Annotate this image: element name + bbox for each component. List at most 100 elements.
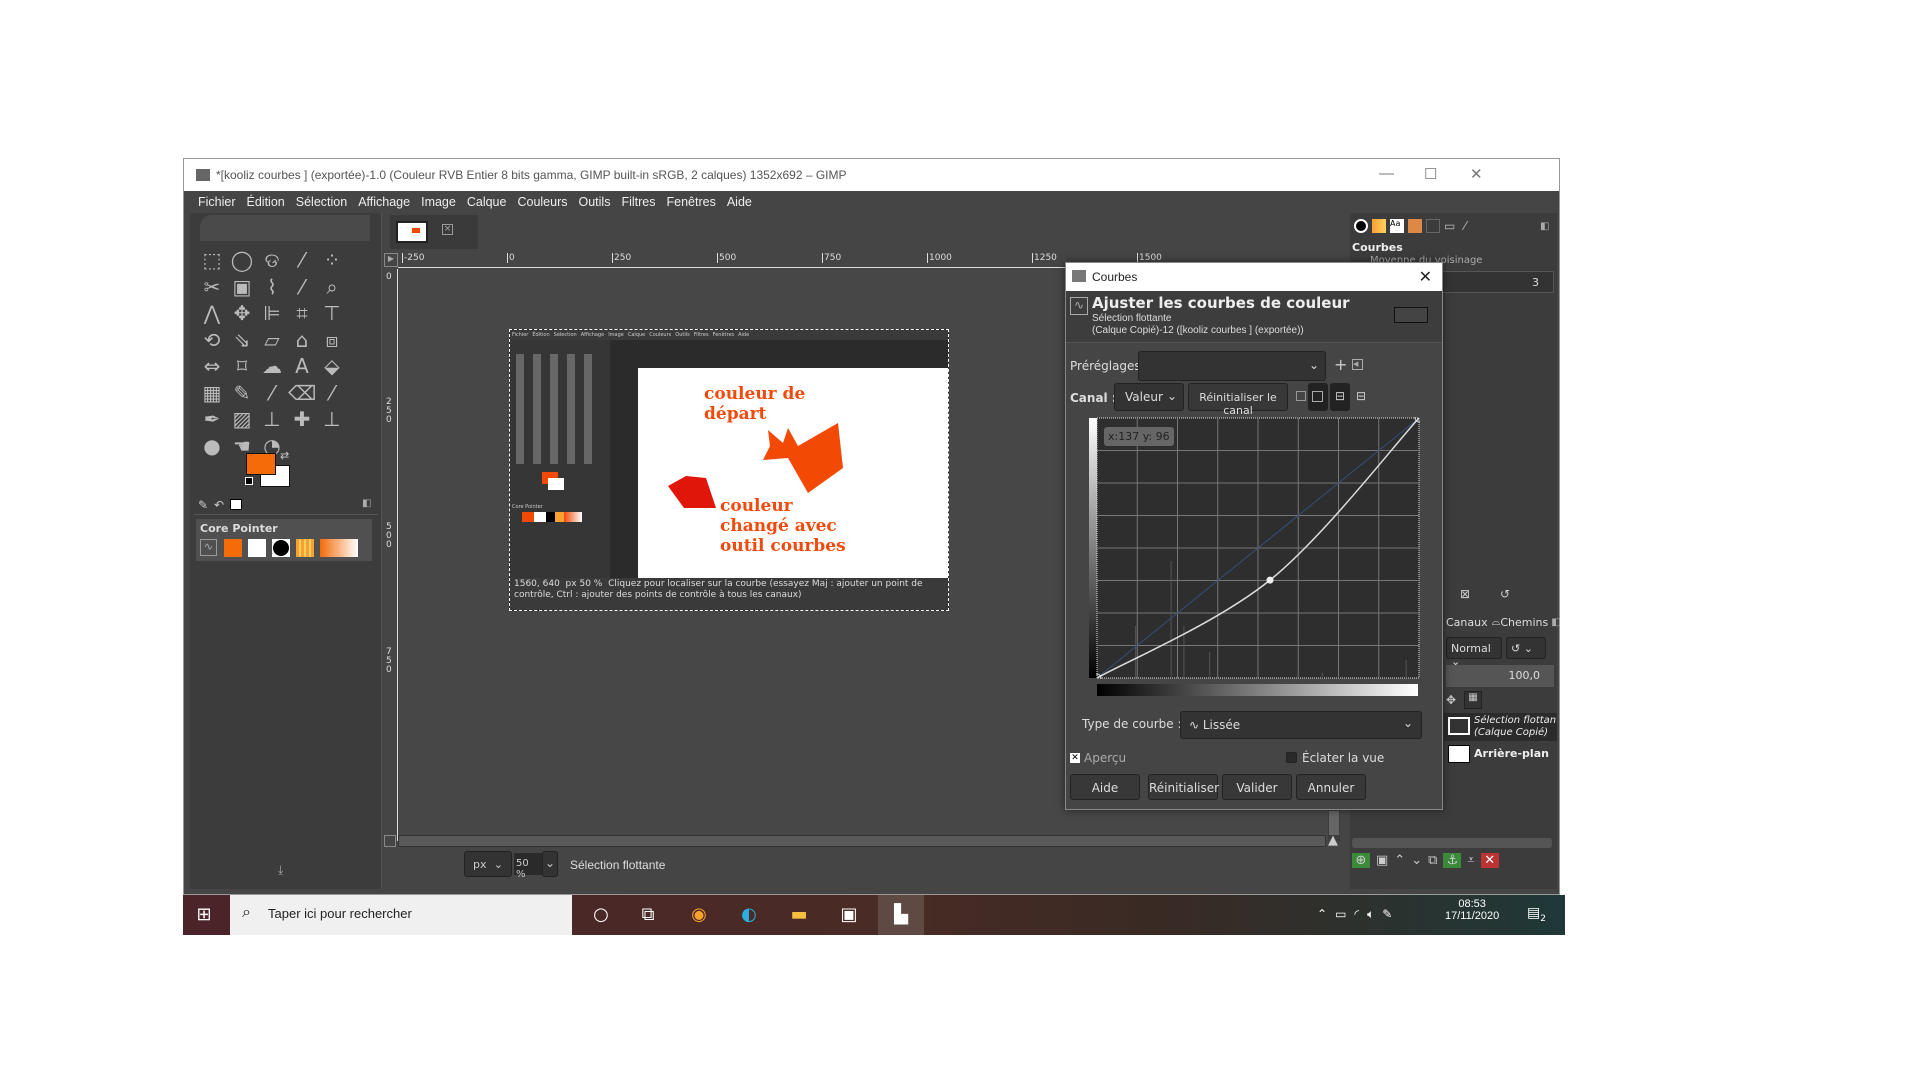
- menu-filtres[interactable]: Filtres: [621, 195, 655, 209]
- free-select-tool-icon[interactable]: ଡ: [258, 247, 286, 273]
- help-button[interactable]: Aide: [1070, 774, 1140, 800]
- gimp-taskbar-icon[interactable]: ▙: [878, 895, 924, 935]
- zoom-input[interactable]: 50 %: [514, 853, 542, 880]
- taskbar-search[interactable]: ⌕ Taper ici pour rechercher: [230, 895, 572, 935]
- reset-icon[interactable]: ↺: [1500, 587, 1510, 601]
- ellipse-select-tool-icon[interactable]: ◯: [228, 247, 256, 273]
- move-tool-icon[interactable]: ✥: [228, 300, 256, 326]
- warp-tool-icon[interactable]: ☁: [258, 353, 286, 379]
- maximize-button[interactable]: ☐: [1424, 165, 1437, 183]
- tab-paths[interactable]: Chemins: [1500, 616, 1548, 629]
- fonts-tab-icon[interactable]: Aa: [1390, 219, 1404, 233]
- menu-outils[interactable]: Outils: [579, 195, 611, 209]
- paths-tool-icon[interactable]: ⌇: [258, 274, 286, 300]
- foreground-preview[interactable]: [224, 539, 242, 557]
- lock-position-icon[interactable]: ✥: [1446, 693, 1456, 707]
- layers-scrollbar[interactable]: [1352, 838, 1552, 848]
- windows-start-icon[interactable]: ⊞: [191, 903, 217, 927]
- fuzzy-select-tool-icon[interactable]: ⁄: [288, 247, 316, 273]
- pattern-preview[interactable]: [296, 539, 314, 557]
- save-options-icon[interactable]: ⤓: [278, 863, 283, 878]
- pencil-tool-icon[interactable]: ✎: [228, 380, 256, 406]
- configure-tab-icon[interactable]: ◧: [362, 498, 371, 509]
- zoom-dropdown[interactable]: ⌄: [542, 851, 558, 877]
- zoom-tool-icon[interactable]: ⌕: [318, 274, 346, 300]
- menu-calque[interactable]: Calque: [467, 195, 507, 209]
- horizontal-scrollbar[interactable]: [398, 835, 1326, 847]
- gradient-preview[interactable]: [320, 539, 358, 557]
- volume-icon[interactable]: 🔈︎: [1367, 907, 1374, 922]
- clone-tool-icon[interactable]: ⊥: [258, 406, 286, 432]
- new-layer-icon[interactable]: ⊕: [1352, 853, 1370, 868]
- templates-tab-icon[interactable]: [1426, 219, 1440, 233]
- close-button[interactable]: ✕: [1470, 165, 1483, 183]
- menu-edition[interactable]: Édition: [247, 195, 285, 209]
- split-view-checkbox[interactable]: [1286, 752, 1297, 763]
- layer-row[interactable]: Arrière-plan: [1444, 743, 1557, 765]
- unified-transform-tool-icon[interactable]: ⊤: [318, 300, 346, 326]
- menu-fichier[interactable]: Fichier: [198, 195, 236, 209]
- histogram-off-icon[interactable]: ⊟: [1356, 389, 1366, 403]
- ink-tool-icon[interactable]: ✒: [198, 406, 226, 432]
- sample-average-input[interactable]: 3: [1430, 271, 1554, 293]
- configure-tab-icon[interactable]: ◧: [1551, 617, 1560, 628]
- menu-selection[interactable]: Sélection: [296, 195, 347, 209]
- layer-row[interactable]: Sélection flottante(Calque Copié): [1444, 713, 1557, 741]
- eraser-tool-icon[interactable]: ⌫: [288, 380, 316, 406]
- channel-select[interactable]: Valeur ⌄: [1114, 383, 1184, 411]
- align-tool-icon[interactable]: ⊫: [258, 300, 286, 326]
- minimize-button[interactable]: —: [1379, 165, 1394, 182]
- by-color-select-tool-icon[interactable]: ▣: [228, 274, 256, 300]
- perspective-tool-icon[interactable]: ⌂: [288, 327, 316, 353]
- images-tab-icon[interactable]: [230, 499, 242, 510]
- tab-channels[interactable]: Canaux: [1446, 616, 1488, 629]
- quick-mask-menu-icon[interactable]: ▶: [384, 253, 398, 267]
- presets-select[interactable]: ⌄: [1138, 351, 1326, 381]
- color-picker-tool-icon[interactable]: ⁄: [288, 274, 316, 300]
- dynamics-icon[interactable]: ∿: [200, 539, 217, 556]
- mode-select[interactable]: Normal ⌄: [1446, 637, 1502, 668]
- brush-preview[interactable]: [272, 539, 290, 557]
- brushes-tab-icon[interactable]: [1354, 219, 1368, 233]
- measure-tool-icon[interactable]: ⋀: [198, 300, 226, 326]
- add-preset-icon[interactable]: +: [1334, 355, 1347, 374]
- anchor-icon[interactable]: ⚓: [1443, 853, 1462, 868]
- dialog-close-button[interactable]: ✕: [1419, 267, 1432, 287]
- crop-tool-icon[interactable]: ⌗: [288, 300, 316, 326]
- 3d-transform-tool-icon[interactable]: ⧈: [318, 327, 346, 353]
- raise-layer-icon[interactable]: ⌃: [1394, 853, 1405, 868]
- perspective-clone-tool-icon[interactable]: ⊥: [318, 406, 346, 432]
- new-layer-group-icon[interactable]: ▣: [1376, 853, 1388, 868]
- swap-colors-icon[interactable]: ⇄: [280, 449, 289, 462]
- clock[interactable]: 08:53 17/11/2020: [1445, 898, 1499, 922]
- reset-button[interactable]: Réinitialiser: [1148, 774, 1219, 800]
- ok-button[interactable]: Valider: [1222, 774, 1292, 800]
- firefox-icon[interactable]: ◉: [686, 903, 712, 927]
- blur-tool-icon[interactable]: ●: [198, 433, 226, 459]
- paintbrush-tool-icon[interactable]: ⁄: [258, 380, 286, 406]
- file-explorer-icon[interactable]: ▬: [786, 903, 812, 927]
- default-colors-icon[interactable]: [245, 477, 253, 485]
- composite-mode-select[interactable]: ↺ ⌄: [1506, 637, 1546, 659]
- mypaint-tool-icon[interactable]: ▨: [228, 406, 256, 432]
- preview-checkbox[interactable]: ✕: [1070, 753, 1080, 763]
- scale-tool-icon[interactable]: ⇘: [228, 327, 256, 353]
- duplicate-layer-icon[interactable]: ⧉: [1428, 853, 1437, 868]
- merge-down-icon[interactable]: ⩡: [1467, 853, 1474, 868]
- menu-image[interactable]: Image: [421, 195, 456, 209]
- rect-select-tool-icon[interactable]: ⬚: [198, 247, 226, 273]
- heal-tool-icon[interactable]: ✚: [288, 406, 316, 432]
- lower-layer-icon[interactable]: ⌄: [1411, 853, 1422, 868]
- notifications-icon[interactable]: ▤2: [1527, 905, 1546, 924]
- bucket-fill-tool-icon[interactable]: ⬙: [318, 353, 346, 379]
- histogram-on-icon[interactable]: ⊟: [1330, 383, 1350, 411]
- reset-channel-button[interactable]: Réinitialiser le canal: [1188, 383, 1288, 417]
- scissors-tool-icon[interactable]: ✂: [198, 274, 226, 300]
- foreground-color-swatch[interactable]: [246, 453, 276, 475]
- rotate-tool-icon[interactable]: ⟲: [198, 327, 226, 353]
- quick-mask-toggle[interactable]: [384, 835, 396, 847]
- cortana-icon[interactable]: ○: [588, 903, 614, 927]
- configure-tab-icon[interactable]: ◧: [1540, 221, 1549, 232]
- shear-tool-icon[interactable]: ▱: [258, 327, 286, 353]
- paint-dynamics-tab-icon[interactable]: ⁄: [1464, 219, 1478, 233]
